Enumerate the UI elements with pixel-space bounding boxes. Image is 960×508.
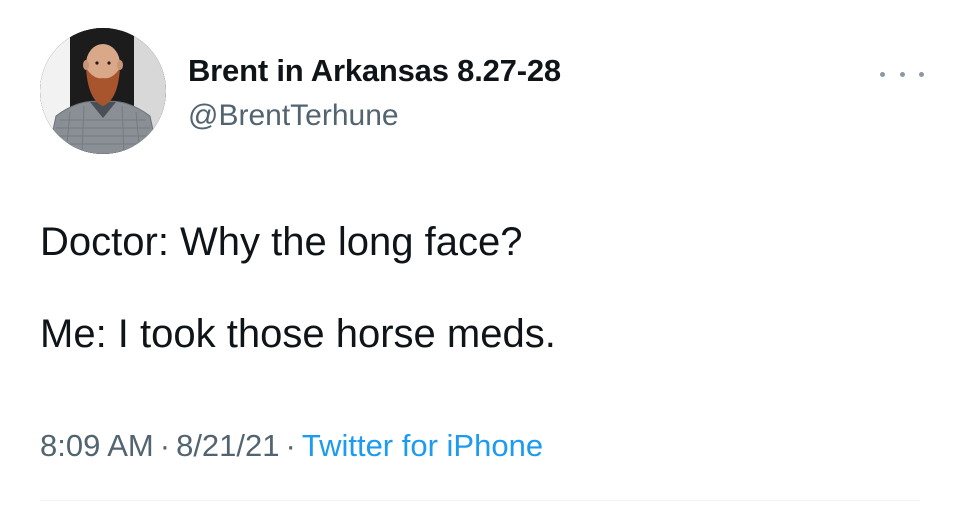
- tweet-card: Brent in Arkansas 8.27-28 @BrentTerhune …: [0, 0, 960, 508]
- user-handle[interactable]: @BrentTerhune: [188, 99, 399, 133]
- tweet-metadata: 8:09 AM · 8/21/21 · Twitter for iPhone: [40, 428, 543, 464]
- more-options-icon[interactable]: [880, 62, 924, 86]
- tweet-date[interactable]: 8/21/21: [176, 428, 279, 463]
- tweet-text-line: Me: I took those horse meds.: [40, 312, 556, 356]
- more-dot: [919, 71, 924, 77]
- display-name[interactable]: Brent in Arkansas 8.27-28: [188, 53, 561, 89]
- tweet-source-link[interactable]: Twitter for iPhone: [302, 428, 543, 463]
- tweet-text-line: Doctor: Why the long face?: [40, 220, 523, 264]
- meta-separator: ·: [159, 428, 171, 463]
- bearded-man-avatar-icon: [40, 28, 166, 154]
- avatar[interactable]: [40, 28, 166, 154]
- meta-separator: ·: [285, 428, 296, 463]
- more-dot: [880, 71, 885, 77]
- more-dot: [899, 71, 905, 77]
- tweet-time[interactable]: 8:09 AM: [40, 428, 154, 463]
- divider: [40, 500, 920, 501]
